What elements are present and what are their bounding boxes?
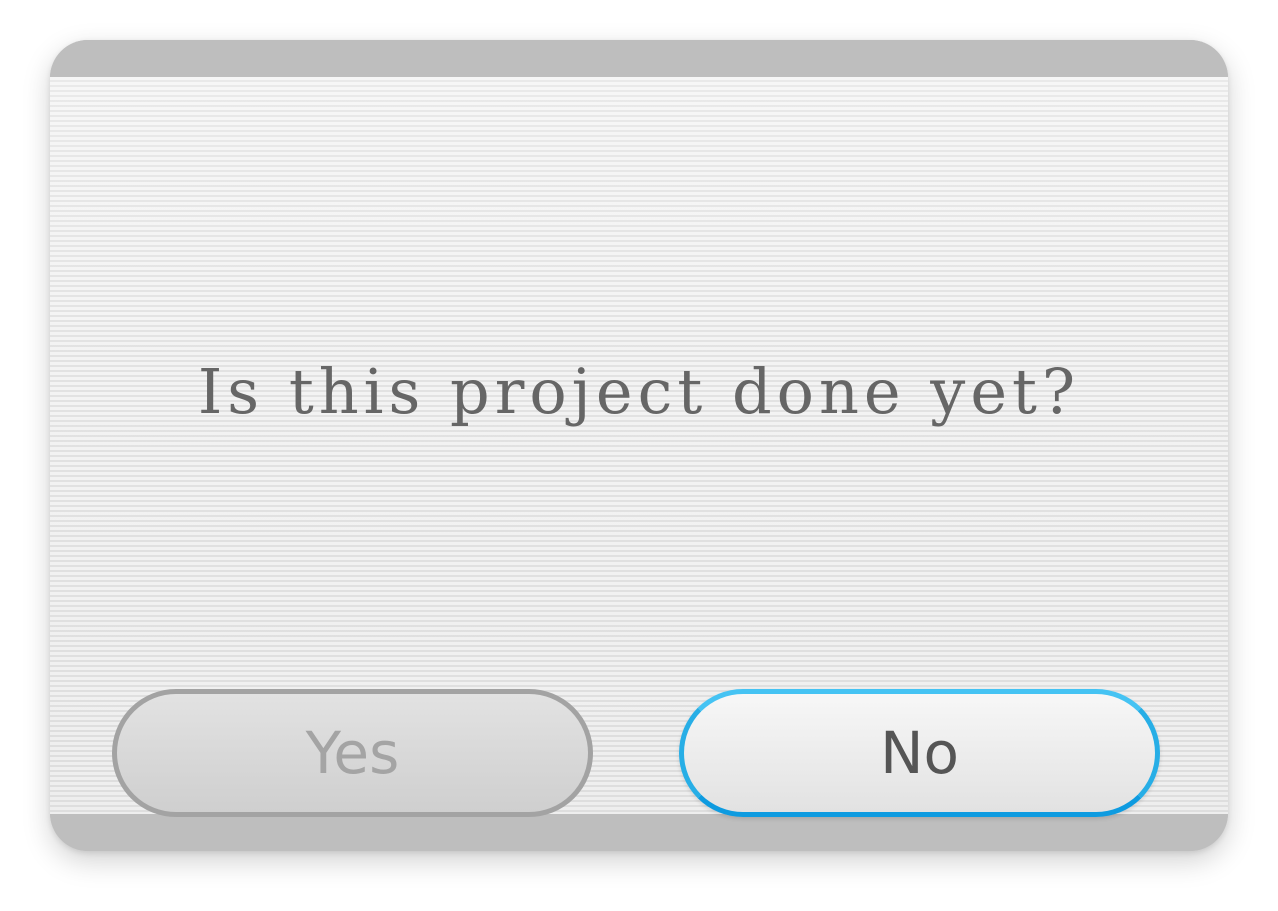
dialog-message: Is this project done yet?: [197, 355, 1081, 428]
confirmation-dialog: Is this project done yet? Yes No: [50, 40, 1228, 851]
dialog-body: Is this project done yet? Yes No: [50, 77, 1228, 817]
dialog-top-bar: [50, 40, 1228, 77]
no-button[interactable]: No: [679, 689, 1160, 817]
yes-button[interactable]: Yes: [112, 689, 593, 817]
dialog-bottom-bar: [50, 814, 1228, 851]
